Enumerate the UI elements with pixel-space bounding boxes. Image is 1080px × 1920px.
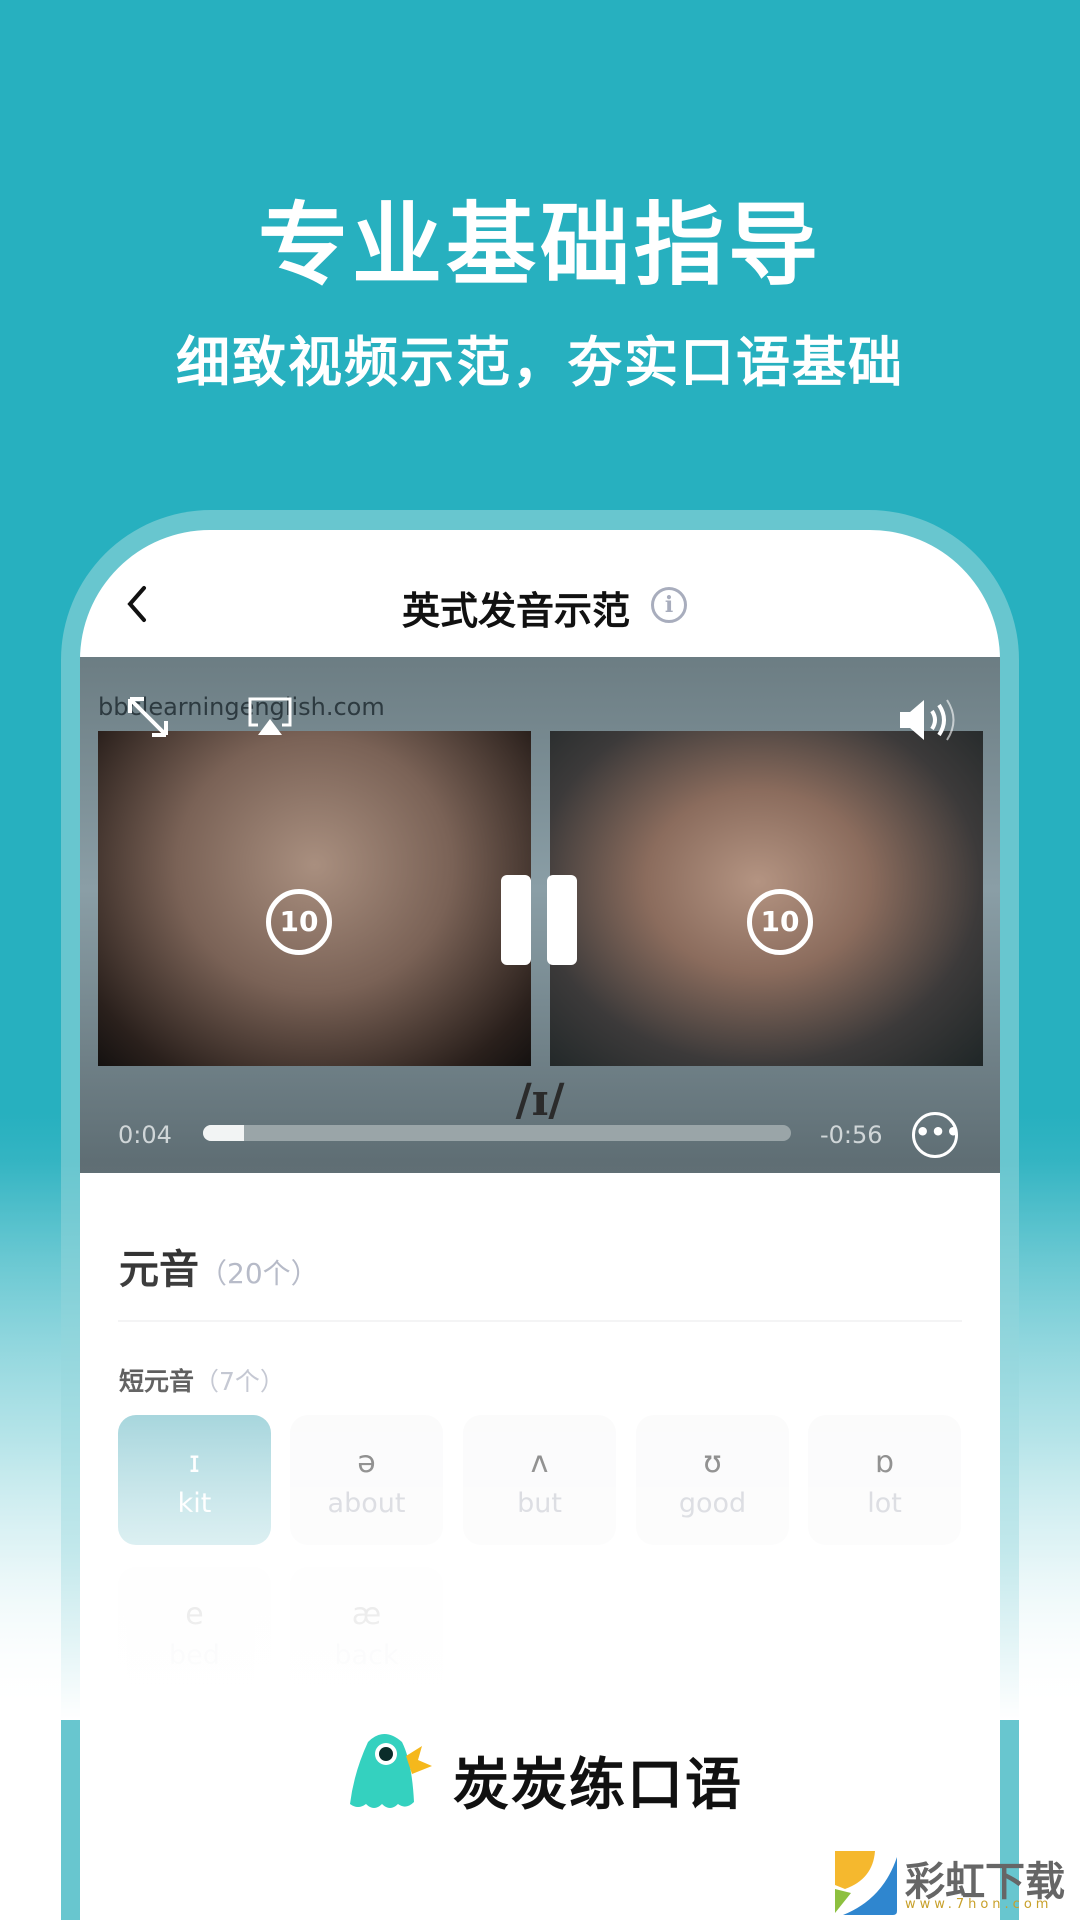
- vowel-symbol: æ: [351, 1597, 382, 1632]
- vowel-card-good[interactable]: ʊ good: [636, 1415, 789, 1545]
- airplay-icon[interactable]: [246, 695, 294, 739]
- info-icon[interactable]: i: [651, 587, 687, 623]
- promo-headline: 专业基础指导: [258, 193, 822, 298]
- vowel-card-but[interactable]: ʌ but: [463, 1415, 616, 1545]
- vowel-example-word: lot: [867, 1488, 902, 1519]
- section-title: 元音（20个）: [119, 1247, 319, 1293]
- progress-fill: [203, 1125, 245, 1141]
- phoneme-label: /ɪ/: [515, 1075, 565, 1126]
- vowel-symbol: ə: [357, 1445, 376, 1480]
- subsection-title: 短元音（7个）: [119, 1367, 285, 1396]
- site-watermark: 彩虹下载 www.7hon.com: [833, 1849, 1073, 1917]
- vowel-example-word: but: [517, 1488, 562, 1519]
- promo-subline: 细致视频示范，夯实口语基础: [176, 331, 904, 394]
- vowel-card-bed[interactable]: e bed: [118, 1567, 271, 1697]
- vowel-example-word: back: [334, 1640, 399, 1671]
- replay-10-icon[interactable]: 10: [266, 889, 332, 955]
- vowel-example-word: bed: [169, 1640, 220, 1671]
- vowel-example-word: about: [327, 1488, 406, 1519]
- vowel-card-lot[interactable]: ɒ lot: [808, 1415, 961, 1545]
- vowel-card-kit[interactable]: ɪ kit: [118, 1415, 271, 1545]
- vowel-symbol: e: [185, 1597, 204, 1632]
- vowel-symbol: ɒ: [874, 1445, 895, 1480]
- current-time: 0:04: [118, 1121, 172, 1149]
- rainbow-logo-icon: [835, 1851, 897, 1915]
- vowel-example-word: good: [678, 1488, 747, 1519]
- vowel-symbol: ɪ: [188, 1445, 201, 1480]
- vowel-symbol: ʌ: [530, 1445, 549, 1480]
- progress-slider[interactable]: [203, 1125, 791, 1141]
- volume-icon[interactable]: [898, 697, 960, 743]
- mascot-logo-icon: [350, 1734, 432, 1808]
- divider: [118, 1320, 962, 1322]
- expand-icon[interactable]: [126, 695, 170, 739]
- video-player[interactable]: bbclearningenglish.com 10 10 /ɪ/ 0:04 -0…: [80, 657, 1000, 1173]
- pause-icon[interactable]: [501, 875, 531, 965]
- vowel-card-back[interactable]: æ back: [290, 1567, 443, 1697]
- vowel-example-word: kit: [177, 1488, 212, 1519]
- vowel-symbol: ʊ: [703, 1445, 722, 1480]
- more-icon[interactable]: •••: [912, 1112, 961, 1158]
- pause-icon-bar[interactable]: [547, 875, 577, 965]
- remaining-time: -0:56: [820, 1121, 883, 1149]
- forward-10-icon[interactable]: 10: [747, 889, 813, 955]
- vowel-card-about[interactable]: ə about: [290, 1415, 443, 1545]
- page-title: 英式发音示范: [401, 589, 630, 633]
- brand-name: 炭炭练口语: [453, 1753, 743, 1818]
